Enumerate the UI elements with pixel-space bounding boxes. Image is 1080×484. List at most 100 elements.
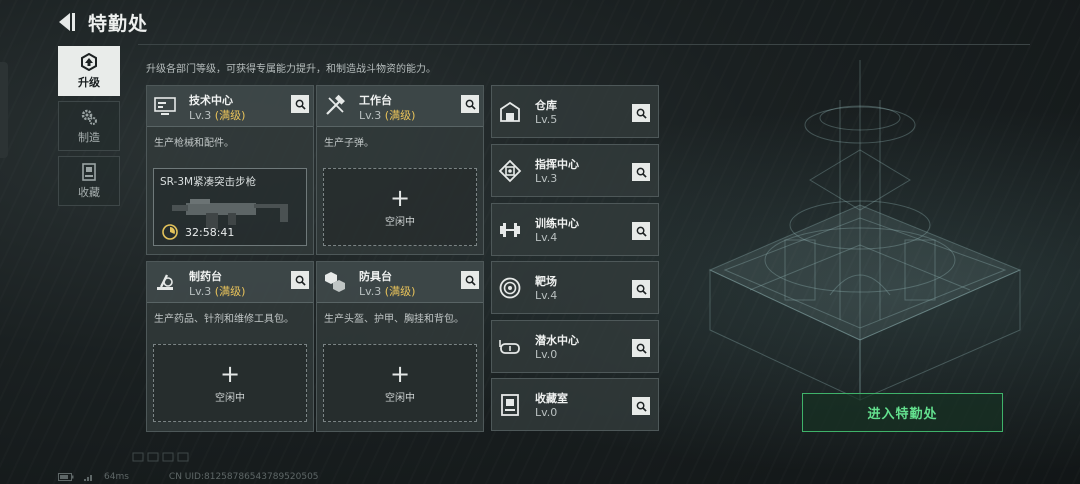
- max-level-tag: (满级): [214, 285, 246, 298]
- search-icon: [636, 343, 647, 354]
- empty-slot[interactable]: + 空闲中: [323, 344, 477, 422]
- page-title: 特勤处: [88, 12, 149, 35]
- search-button[interactable]: [291, 271, 309, 289]
- card-workbench[interactable]: 工作台 Lv.3 (满级) 生产子弹。 + 空闲中: [316, 85, 484, 255]
- card-level: Lv.3 (满级): [359, 285, 416, 298]
- card-level: Lv.3 (满级): [189, 285, 246, 298]
- workbench-icon: [326, 94, 345, 115]
- slot-status: 空闲中: [215, 392, 245, 404]
- max-level-tag: (满级): [214, 109, 246, 122]
- card-description: 生产子弹。: [324, 138, 374, 149]
- card-header: 制药台 Lv.3 (满级): [147, 262, 313, 303]
- dumbbell-icon: [500, 223, 520, 237]
- enter-special-ops-button[interactable]: 进入特勤处: [802, 393, 1003, 432]
- warehouse-icon: [500, 101, 520, 122]
- building-level: Lv.3: [535, 172, 558, 185]
- signal-icon: [84, 475, 92, 481]
- card-level: Lv.3 (满级): [359, 109, 416, 122]
- battery-icon: [58, 473, 74, 481]
- card-description: 生产枪械和配件。: [154, 138, 234, 149]
- search-button[interactable]: [461, 95, 479, 113]
- building-name: 潜水中心: [535, 334, 579, 347]
- collection-room-icon: [501, 394, 519, 416]
- header: 特勤处: [56, 8, 148, 36]
- add-icon: +: [389, 183, 411, 212]
- tab-craft[interactable]: 制造: [58, 101, 120, 151]
- building-row-warehouse[interactable]: 仓库 Lv.5: [491, 85, 659, 138]
- search-button[interactable]: [291, 95, 309, 113]
- tab-upgrade[interactable]: 升级: [58, 46, 120, 96]
- building-level: Lv.0: [535, 406, 558, 419]
- empty-slot[interactable]: + 空闲中: [323, 168, 477, 246]
- search-icon: [636, 401, 647, 412]
- collection-icon: [82, 162, 96, 181]
- search-button[interactable]: [632, 397, 650, 415]
- search-icon: [636, 226, 647, 237]
- building-level: Lv.5: [535, 113, 558, 126]
- search-button[interactable]: [632, 163, 650, 181]
- building-level: Lv.4: [535, 289, 558, 302]
- building-row-collection-room[interactable]: 收藏室 Lv.0: [491, 378, 659, 431]
- building-row-diving-center[interactable]: 潜水中心 Lv.0: [491, 320, 659, 373]
- building-level: Lv.0: [535, 348, 558, 361]
- enter-button-label: 进入特勤处: [867, 407, 938, 422]
- armor-bench-icon: [325, 272, 345, 292]
- card-armor-bench[interactable]: 防具台 Lv.3 (满级) 生产头盔、护甲、胸挂和背包。 + 空闲中: [316, 261, 484, 432]
- search-button[interactable]: [632, 104, 650, 122]
- timer-text: 32:58:41: [185, 226, 235, 239]
- back-arrow-icon[interactable]: [56, 11, 76, 33]
- card-pharmacy[interactable]: 制药台 Lv.3 (满级) 生产药品、针剂和维修工具包。 + 空闲中: [146, 261, 314, 432]
- card-name: 防具台: [359, 270, 392, 283]
- card-name: 工作台: [359, 94, 392, 107]
- card-header: 技术中心 Lv.3 (满级): [147, 86, 313, 127]
- max-level-tag: (满级): [384, 285, 416, 298]
- search-button[interactable]: [461, 271, 479, 289]
- search-button[interactable]: [632, 280, 650, 298]
- card-description: 生产头盔、护甲、胸挂和背包。: [324, 314, 464, 325]
- tab-collection-label: 收藏: [78, 185, 100, 199]
- target-icon: [499, 277, 521, 299]
- timer-icon: [162, 224, 178, 240]
- search-icon: [636, 108, 647, 119]
- side-drawer-handle[interactable]: [0, 62, 8, 158]
- building-name: 训练中心: [535, 217, 579, 230]
- card-header: 工作台 Lv.3 (满级): [317, 86, 483, 127]
- card-name: 制药台: [189, 270, 222, 283]
- upgrade-icon: [81, 52, 97, 71]
- search-icon: [295, 275, 306, 286]
- search-button[interactable]: [632, 222, 650, 240]
- divider: [138, 44, 1030, 45]
- card-header: 防具台 Lv.3 (满级): [317, 262, 483, 303]
- diving-mask-icon: [499, 340, 520, 354]
- building-level: Lv.4: [535, 231, 558, 244]
- search-icon: [636, 284, 647, 295]
- building-row-command-center[interactable]: 指挥中心 Lv.3: [491, 144, 659, 197]
- slot-status: 空闲中: [385, 392, 415, 404]
- add-icon: +: [389, 359, 411, 388]
- gear-icon: [81, 109, 97, 125]
- command-center-icon: [498, 159, 522, 183]
- empty-slot[interactable]: + 空闲中: [153, 344, 307, 422]
- slot-status: 空闲中: [385, 216, 415, 228]
- side-nav: 升级 制造 收藏: [58, 46, 120, 211]
- building-name: 收藏室: [535, 392, 568, 405]
- page-description: 升级各部门等级，可获得专属能力提升，和制造战斗物资的能力。: [146, 64, 436, 75]
- search-icon: [465, 99, 476, 110]
- pharmacy-icon: [157, 274, 173, 290]
- tab-collection[interactable]: 收藏: [58, 156, 120, 206]
- search-button[interactable]: [632, 339, 650, 357]
- production-slot[interactable]: SR-3M紧凑突击步枪 32:58:41: [153, 168, 307, 246]
- building-name: 仓库: [535, 99, 557, 112]
- decorative-corner-marks: [132, 452, 189, 462]
- building-row-training-center[interactable]: 训练中心 Lv.4: [491, 203, 659, 256]
- search-icon: [465, 275, 476, 286]
- ping-text: 64ms: [104, 472, 129, 482]
- tab-upgrade-label: 升级: [78, 75, 100, 89]
- building-row-shooting-range[interactable]: 靶场 Lv.4: [491, 261, 659, 314]
- tab-craft-label: 制造: [78, 130, 100, 144]
- card-tech-center[interactable]: 技术中心 Lv.3 (满级) 生产枪械和配件。 SR-3M紧凑突击步枪 32:5…: [146, 85, 314, 255]
- card-name: 技术中心: [189, 94, 233, 107]
- search-icon: [295, 99, 306, 110]
- building-name: 指挥中心: [535, 158, 579, 171]
- max-level-tag: (满级): [384, 109, 416, 122]
